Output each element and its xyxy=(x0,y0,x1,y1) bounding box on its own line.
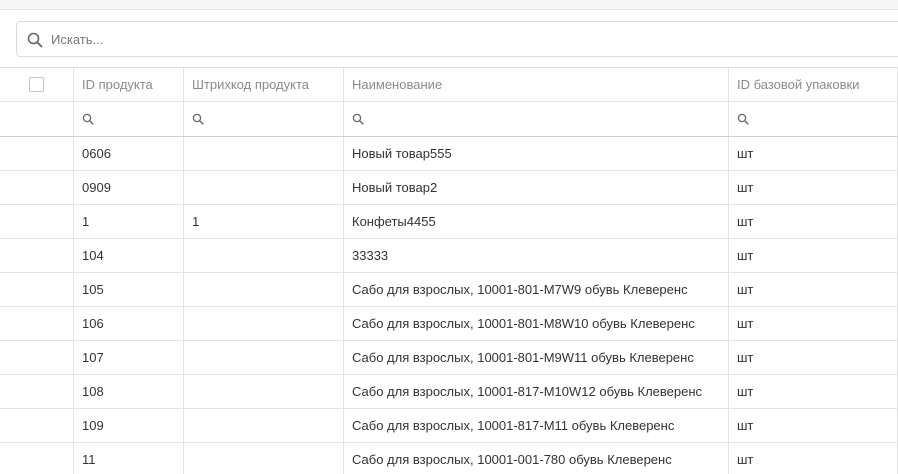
cell-name: Конфеты4455 xyxy=(344,205,729,238)
select-all-checkbox[interactable] xyxy=(29,77,44,92)
row-select-cell[interactable] xyxy=(0,443,74,474)
cell-name: Сабо для взрослых, 10001-817-M11 обувь К… xyxy=(344,409,729,442)
row-select-cell[interactable] xyxy=(0,409,74,442)
table-row[interactable]: 104 33333 шт xyxy=(0,239,898,273)
column-header-product-id[interactable]: ID продукта xyxy=(74,68,184,101)
row-select-cell[interactable] xyxy=(0,307,74,340)
cell-product-id: 109 xyxy=(74,409,184,442)
cell-base-unit: шт xyxy=(729,171,898,204)
row-select-cell[interactable] xyxy=(0,273,74,306)
filter-product-id[interactable] xyxy=(74,102,184,136)
cell-product-id: 0606 xyxy=(74,137,184,170)
top-toolbar-strip xyxy=(0,0,898,10)
table-row[interactable]: 107 Сабо для взрослых, 10001-801-M9W11 о… xyxy=(0,341,898,375)
table-row[interactable]: 11 Сабо для взрослых, 10001-001-780 обув… xyxy=(0,443,898,474)
cell-base-unit: шт xyxy=(729,137,898,170)
cell-barcode xyxy=(184,341,344,374)
table-row[interactable]: 106 Сабо для взрослых, 10001-801-M8W10 о… xyxy=(0,307,898,341)
cell-product-id: 108 xyxy=(74,375,184,408)
column-header-base-unit[interactable]: ID базовой упаковки xyxy=(729,68,898,101)
cell-name: Сабо для взрослых, 10001-001-780 обувь К… xyxy=(344,443,729,474)
cell-name: Новый товар2 xyxy=(344,171,729,204)
cell-name: Сабо для взрослых, 10001-801-M9W11 обувь… xyxy=(344,341,729,374)
cell-product-id: 0909 xyxy=(74,171,184,204)
cell-barcode xyxy=(184,443,344,474)
cell-product-id: 11 xyxy=(74,443,184,474)
filter-search-icon xyxy=(82,113,94,125)
row-select-cell[interactable] xyxy=(0,375,74,408)
cell-barcode xyxy=(184,409,344,442)
cell-name: 33333 xyxy=(344,239,729,272)
filter-search-icon xyxy=(352,113,364,125)
cell-product-id: 104 xyxy=(74,239,184,272)
cell-base-unit: шт xyxy=(729,375,898,408)
cell-name: Сабо для взрослых, 10001-817-M10W12 обув… xyxy=(344,375,729,408)
grid-header-row: ID продукта Штрихкод продукта Наименован… xyxy=(0,68,898,102)
filter-cell-empty xyxy=(0,102,74,136)
search-bar xyxy=(16,21,898,57)
select-all-cell xyxy=(0,68,74,101)
table-row[interactable]: 109 Сабо для взрослых, 10001-817-M11 обу… xyxy=(0,409,898,443)
filter-name[interactable] xyxy=(344,102,729,136)
grid-filter-row xyxy=(0,102,898,137)
cell-product-id: 106 xyxy=(74,307,184,340)
table-row[interactable]: 0606 Новый товар555 шт xyxy=(0,137,898,171)
cell-barcode xyxy=(184,307,344,340)
cell-name: Новый товар555 xyxy=(344,137,729,170)
cell-product-id: 1 xyxy=(74,205,184,238)
cell-base-unit: шт xyxy=(729,273,898,306)
products-grid: ID продукта Штрихкод продукта Наименован… xyxy=(0,67,898,474)
cell-product-id: 107 xyxy=(74,341,184,374)
column-header-name[interactable]: Наименование xyxy=(344,68,729,101)
cell-base-unit: шт xyxy=(729,205,898,238)
cell-name: Сабо для взрослых, 10001-801-M7W9 обувь … xyxy=(344,273,729,306)
row-select-cell[interactable] xyxy=(0,205,74,238)
row-select-cell[interactable] xyxy=(0,341,74,374)
table-row[interactable]: 108 Сабо для взрослых, 10001-817-M10W12 … xyxy=(0,375,898,409)
cell-base-unit: шт xyxy=(729,307,898,340)
filter-search-icon xyxy=(192,113,204,125)
cell-base-unit: шт xyxy=(729,341,898,374)
cell-base-unit: шт xyxy=(729,239,898,272)
cell-product-id: 105 xyxy=(74,273,184,306)
cell-barcode xyxy=(184,137,344,170)
search-icon xyxy=(27,32,43,48)
cell-barcode xyxy=(184,273,344,306)
filter-barcode[interactable] xyxy=(184,102,344,136)
table-row[interactable]: 1 1 Конфеты4455 шт xyxy=(0,205,898,239)
row-select-cell[interactable] xyxy=(0,171,74,204)
cell-barcode: 1 xyxy=(184,205,344,238)
cell-base-unit: шт xyxy=(729,443,898,474)
cell-name: Сабо для взрослых, 10001-801-M8W10 обувь… xyxy=(344,307,729,340)
cell-barcode xyxy=(184,375,344,408)
row-select-cell[interactable] xyxy=(0,137,74,170)
cell-barcode xyxy=(184,239,344,272)
search-input[interactable] xyxy=(17,22,898,56)
grid-body: 0606 Новый товар555 шт 0909 Новый товар2… xyxy=(0,137,898,474)
filter-base-unit[interactable] xyxy=(729,102,898,136)
column-header-barcode[interactable]: Штрихкод продукта xyxy=(184,68,344,101)
cell-base-unit: шт xyxy=(729,409,898,442)
cell-barcode xyxy=(184,171,344,204)
table-row[interactable]: 105 Сабо для взрослых, 10001-801-M7W9 об… xyxy=(0,273,898,307)
table-row[interactable]: 0909 Новый товар2 шт xyxy=(0,171,898,205)
row-select-cell[interactable] xyxy=(0,239,74,272)
filter-search-icon xyxy=(737,113,749,125)
